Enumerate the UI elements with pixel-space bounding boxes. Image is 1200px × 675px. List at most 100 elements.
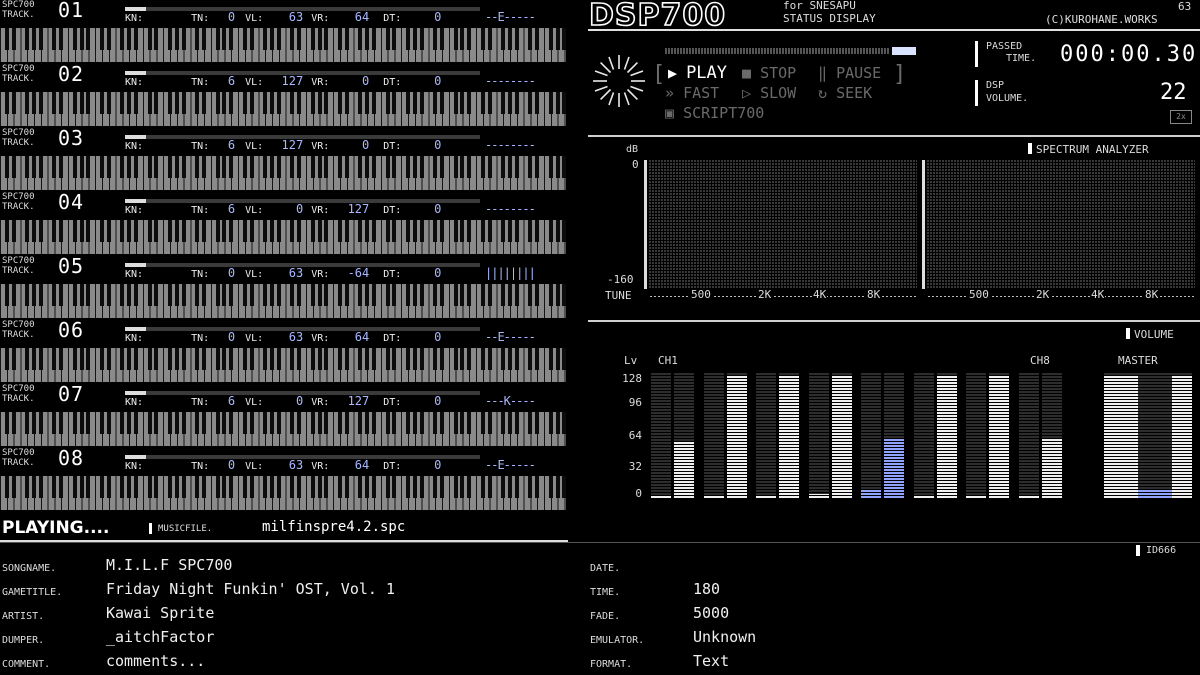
piano-black-key: [297, 412, 302, 434]
dt-label: DT:: [383, 13, 402, 24]
piano-black-key: [453, 156, 458, 178]
track-row[interactable]: SPC700 TRACK. 05 KN: TN: 0 VL: 63 VR: -64 DT: 0 ||||…: [0, 255, 568, 320]
piano-black-key: [548, 28, 553, 50]
tn-label: TN:: [191, 333, 210, 344]
track-number: 06: [58, 318, 85, 342]
dt-label: DT:: [383, 141, 402, 152]
piano-black-key: [433, 220, 438, 242]
fast-forward-icon: »: [665, 84, 675, 102]
channel-8-right-meter: [1041, 372, 1062, 499]
channel-4-right-meter-fill: [831, 375, 852, 499]
piano-black-key: [25, 348, 30, 370]
slow-button[interactable]: ▷ SLOW: [742, 84, 796, 102]
piano-black-key: [4, 284, 9, 306]
piano-black-key: [480, 412, 485, 434]
piano-black-key: [195, 28, 200, 50]
musicfile-marker: [149, 523, 152, 534]
piano-black-key: [4, 220, 9, 242]
script700-button[interactable]: ▣ SCRIPT700: [665, 104, 764, 122]
piano-black-key: [229, 92, 234, 114]
kn-label: KN:: [125, 397, 144, 408]
piano-black-key: [290, 412, 295, 434]
vl-value: 63: [288, 458, 304, 472]
musicfile-name[interactable]: milfinspre4.2.spc: [262, 519, 405, 535]
piano-black-key: [453, 476, 458, 498]
track-row[interactable]: SPC700 TRACK. 02 KN: TN: 6 VL: 127 VR: 0 DT: 0 -----…: [0, 63, 568, 128]
transport-progress-handle[interactable]: [892, 47, 916, 55]
track-row[interactable]: SPC700 TRACK. 06 KN: TN: 0 VL: 63 VR: 64 DT: 0 --E--…: [0, 318, 568, 384]
piano-keyboard[interactable]: [0, 284, 567, 318]
piano-black-key: [11, 476, 16, 498]
stop-button[interactable]: ■ STOP: [742, 64, 796, 82]
seek-button[interactable]: ↻ SEEK: [818, 84, 872, 102]
piano-black-key: [25, 476, 30, 498]
piano-black-key: [508, 284, 512, 306]
piano-black-key: [25, 412, 30, 434]
piano-keyboard[interactable]: [0, 348, 567, 382]
piano-black-key: [487, 476, 492, 498]
spectrum-title-text: SPECTRUM ANALYZER: [1036, 143, 1149, 156]
piano-black-key: [528, 92, 533, 114]
piano-black-key: [120, 28, 125, 50]
piano-black-key: [412, 348, 417, 370]
piano-black-key: [4, 476, 9, 498]
track-row[interactable]: SPC700 TRACK. 04 KN: TN: 6 VL: 0 VR: 127 DT: 0 -----…: [0, 191, 568, 256]
piano-black-key: [72, 156, 77, 178]
piano-black-key: [25, 284, 30, 306]
play-button[interactable]: ▶ PLAY: [668, 64, 727, 82]
play-label: PLAY: [686, 63, 728, 83]
track-row[interactable]: SPC700 TRACK. 08 KN: TN: 0 VL: 63 VR: 64 DT: 0 --E--…: [0, 447, 568, 512]
spectrum-left-panel: [649, 160, 917, 289]
piano-keyboard[interactable]: [0, 412, 567, 446]
track-label-bottom: TRACK.: [2, 202, 35, 212]
piano-black-key: [72, 92, 77, 114]
piano-keyboard[interactable]: [0, 476, 567, 510]
channel-3-left-meter: [756, 372, 776, 499]
track-params: KN: TN: 6 VL: 127 VR: 0 DT: 0: [125, 138, 441, 154]
piano-black-key: [79, 284, 84, 306]
piano-black-key: [202, 412, 206, 434]
volume-multiplier-badge[interactable]: 2x: [1170, 110, 1192, 124]
track-params: KN: TN: 0 VL: 63 VR: -64 DT: 0: [125, 266, 441, 282]
comment-value: comments...: [106, 652, 206, 670]
tn-value: 0: [227, 10, 236, 24]
piano-black-key: [174, 28, 179, 50]
dt-label: DT:: [383, 77, 402, 88]
channel-2-left-meter: [703, 372, 724, 499]
piano-black-key: [276, 284, 281, 306]
piano-black-key: [535, 476, 540, 498]
transport-bracket-left: [: [652, 62, 666, 87]
transport-progress-track[interactable]: [665, 48, 890, 54]
track-row[interactable]: SPC700 TRACK. 03 KN: TN: 6 VL: 127 VR: 0 DT: 0 -----…: [0, 127, 568, 192]
piano-black-key: [59, 412, 64, 434]
track-label-bottom: TRACK.: [2, 266, 35, 276]
piano-keyboard[interactable]: [0, 220, 567, 254]
piano-keyboard[interactable]: [0, 92, 567, 126]
piano-black-key: [406, 156, 410, 178]
piano-keyboard[interactable]: [0, 156, 567, 190]
dt-label: DT:: [383, 461, 402, 472]
piano-black-key: [467, 412, 472, 434]
piano-black-key: [59, 28, 64, 50]
piano-black-key: [555, 284, 560, 306]
fast-button[interactable]: » FAST: [665, 84, 719, 102]
track-row[interactable]: SPC700 TRACK. 07 KN: TN: 6 VL: 0 VR: 127 DT: 0 ---K-…: [0, 383, 568, 448]
piano-black-key: [317, 156, 322, 178]
piano-black-key: [127, 348, 132, 370]
track-label-top: SPC700: [2, 64, 35, 74]
piano-black-key: [467, 220, 472, 242]
piano-black-key: [202, 476, 206, 498]
track-label-bottom: TRACK.: [2, 394, 35, 404]
piano-black-key: [528, 348, 533, 370]
piano-black-key: [195, 92, 200, 114]
piano-black-key: [222, 220, 227, 242]
time-value: 180: [693, 580, 721, 598]
piano-black-key: [134, 476, 138, 498]
piano-black-key: [86, 476, 91, 498]
track-row[interactable]: SPC700 TRACK. 01 KN: TN: 0 VL: 63 VR: 64 DT: 0 --E--…: [0, 0, 568, 64]
piano-black-key: [365, 28, 370, 50]
piano-keyboard[interactable]: [0, 28, 567, 62]
pause-button[interactable]: ‖ PAUSE: [818, 64, 881, 82]
piano-black-key: [385, 92, 390, 114]
piano-black-key: [127, 156, 132, 178]
